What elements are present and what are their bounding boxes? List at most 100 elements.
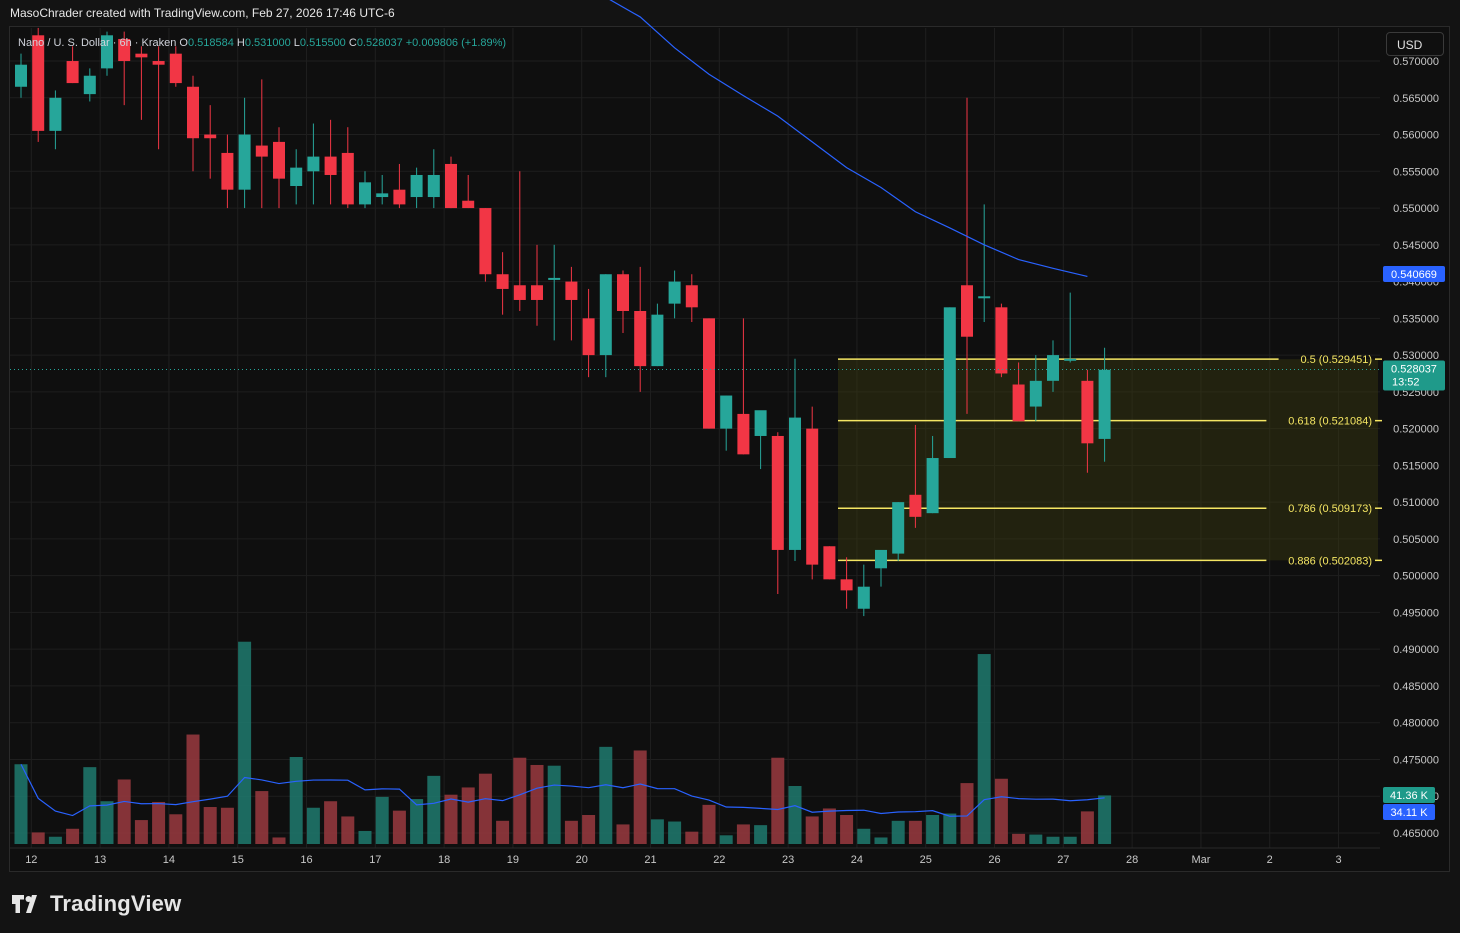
- candle-body: [341, 152, 354, 205]
- candle: [135, 46, 148, 120]
- y-tick-label: 0.535000: [1393, 313, 1439, 325]
- legend-line: Nano / U. S. Dollar · 6h · Kraken O0.518…: [18, 37, 506, 49]
- volume-bar: [805, 816, 819, 844]
- volume-bar: [1063, 836, 1077, 844]
- candle: [49, 90, 62, 150]
- candle: [789, 358, 801, 561]
- candle: [599, 274, 612, 378]
- legend-c-key: C: [349, 37, 357, 49]
- candle-body: [771, 435, 784, 550]
- volume-bar: [891, 820, 905, 844]
- candle: [582, 288, 595, 378]
- volume-bar: [547, 765, 561, 844]
- volume-bar: [754, 825, 768, 844]
- y-tick-label: 0.490000: [1393, 644, 1439, 656]
- x-tick-label: 26: [988, 854, 1000, 866]
- fib-level-label: 0.5 (0.529451): [1300, 354, 1372, 366]
- legend-change: +0.009806 (+1.89%): [406, 37, 506, 49]
- volume-bar: [530, 764, 544, 844]
- candle: [427, 149, 440, 209]
- candle: [703, 318, 715, 429]
- candle-body: [565, 281, 578, 300]
- volume-bar: [410, 799, 424, 844]
- volume-bar: [444, 794, 458, 844]
- x-tick-label: Mar: [1191, 854, 1210, 866]
- x-tick-label: 24: [851, 854, 863, 866]
- candle: [531, 244, 543, 326]
- y-tick-label: 0.475000: [1393, 754, 1439, 766]
- candle-body: [32, 35, 45, 131]
- volume-bar: [564, 820, 578, 844]
- candle-body: [513, 285, 526, 300]
- volume-bar: [1029, 834, 1043, 844]
- candle-body: [290, 167, 303, 187]
- volume-bar: [977, 654, 991, 844]
- y-tick-label: 0.520000: [1393, 424, 1439, 436]
- chart-svg[interactable]: 0.5 (0.529451) 0.618 (0.521084) 0.786 (0.5…: [0, 0, 1460, 933]
- legend-h-key: H: [237, 37, 245, 49]
- candle-body: [15, 64, 27, 87]
- y-tick-label: 0.545000: [1393, 240, 1439, 252]
- volume-bar: [943, 813, 957, 844]
- candle-body: [273, 141, 285, 179]
- legend-high: 0.531000: [245, 37, 294, 49]
- candle: [496, 252, 509, 315]
- volume-bar: [392, 810, 406, 844]
- ma-price-label: 0.540669: [1391, 269, 1437, 281]
- volume-bar: [169, 814, 183, 844]
- tradingview-logo-text: TradingView: [50, 891, 182, 916]
- y-tick-label: 0.485000: [1393, 681, 1439, 693]
- volume-bar: [496, 820, 510, 844]
- y-tick-label: 0.565000: [1393, 93, 1439, 105]
- price-ma-line: [609, 0, 1088, 278]
- x-tick-label: 19: [507, 854, 519, 866]
- volume-bar: [186, 734, 200, 844]
- candle-body: [978, 296, 991, 299]
- volume-bar: [152, 801, 166, 844]
- volume-bar: [14, 764, 28, 844]
- volume-bar: [822, 808, 836, 844]
- candle: [840, 557, 853, 609]
- y-tick-label: 0.480000: [1393, 718, 1439, 730]
- volume-ma-line: [20, 763, 1105, 817]
- volume-bar: [513, 757, 527, 844]
- candle: [341, 127, 354, 209]
- candle: [445, 156, 457, 209]
- volume-bar: [908, 820, 922, 844]
- fib-level-label: 0.786 (0.509173): [1288, 503, 1372, 515]
- y-tick-label: 0.505000: [1393, 534, 1439, 546]
- currency-button[interactable]: USD: [1386, 32, 1444, 56]
- volume-bar: [1080, 811, 1094, 844]
- volume-bar: [1098, 795, 1112, 844]
- candle-body: [961, 285, 973, 337]
- x-tick-label: 25: [920, 854, 932, 866]
- candle: [565, 266, 578, 341]
- y-tick-label: 0.510000: [1393, 497, 1439, 509]
- volume-bar: [478, 773, 492, 844]
- volume-bar: [427, 775, 441, 844]
- volume-bar: [31, 832, 45, 844]
- candle-body: [83, 75, 96, 95]
- candle: [737, 318, 750, 455]
- volume-bar: [100, 801, 114, 844]
- candle: [617, 270, 629, 334]
- candle: [548, 244, 561, 341]
- x-tick-label: 28: [1126, 854, 1138, 866]
- volume-bar: [48, 836, 62, 844]
- volume-bar: [840, 815, 854, 844]
- candle-body: [1064, 358, 1077, 361]
- volume-bar: [220, 807, 234, 844]
- candle: [15, 53, 27, 98]
- candle: [771, 432, 784, 595]
- volume-bar: [599, 746, 613, 844]
- y-tick-label: 0.465000: [1393, 828, 1439, 840]
- volume-bar: [857, 828, 871, 844]
- candle: [806, 406, 819, 580]
- candle-body: [926, 458, 939, 514]
- candle-body: [1029, 380, 1042, 407]
- candle-body: [135, 53, 148, 58]
- volume-bar: [255, 791, 269, 844]
- candle: [66, 46, 79, 84]
- candle-body: [703, 318, 715, 429]
- candle-body: [685, 285, 698, 308]
